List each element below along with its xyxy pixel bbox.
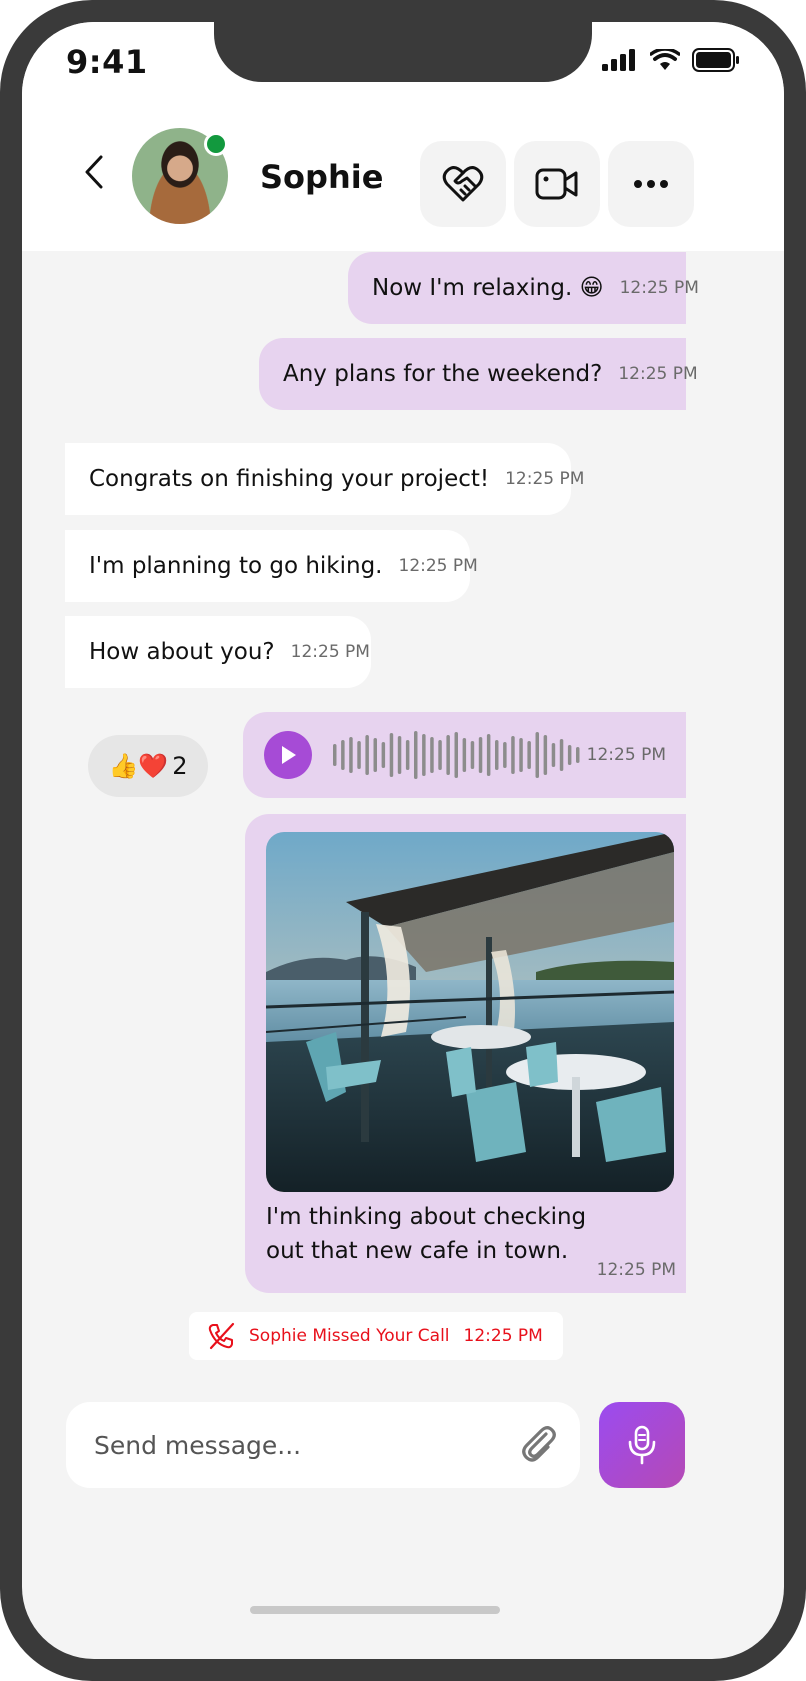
waveform-bar	[341, 740, 345, 770]
waveform-bar	[511, 736, 515, 774]
missed-call-notice[interactable]: Sophie Missed Your Call 12:25 PM	[189, 1312, 563, 1360]
contact-name[interactable]: Sophie	[260, 158, 383, 196]
message-time: 12:25 PM	[618, 364, 698, 384]
waveform-bar	[414, 731, 418, 779]
heart-handshake-icon	[442, 166, 484, 202]
message-time: 12:25 PM	[398, 556, 478, 576]
attach-button[interactable]	[518, 1423, 560, 1469]
photo-caption: I'm thinking about checking out that new…	[266, 1204, 587, 1264]
battery-icon	[692, 48, 739, 72]
message-bubble-incoming[interactable]: How about you? 12:25 PM	[65, 616, 371, 688]
cafe-terrace-image	[266, 832, 674, 1192]
waveform-bar	[462, 738, 467, 772]
waveform-bar	[446, 735, 450, 775]
waveform-bar	[486, 734, 491, 776]
waveform-bar	[365, 735, 369, 775]
waveform-bar	[527, 741, 531, 769]
online-status-dot	[204, 132, 228, 156]
waveform-bar	[495, 740, 499, 770]
waveform-bar	[405, 740, 410, 770]
waveform-bar	[357, 741, 361, 769]
video-call-icon	[535, 168, 578, 200]
microphone-icon	[628, 1425, 656, 1465]
message-text: I'm planning to go hiking.	[89, 553, 383, 579]
waveform-bar	[454, 732, 458, 778]
reaction-emojis: 👍❤️	[108, 752, 169, 780]
waveform-bar	[389, 733, 394, 777]
status-icons	[602, 48, 740, 72]
waveform-bar	[373, 738, 377, 772]
play-button[interactable]	[264, 731, 312, 779]
missed-call-time: 12:25 PM	[463, 1326, 543, 1346]
back-button[interactable]	[72, 150, 116, 194]
waveform-bar	[535, 732, 539, 778]
message-text: Congrats on finishing your project!	[89, 466, 490, 492]
waveform-bar	[397, 736, 402, 774]
play-icon	[282, 746, 296, 764]
message-time: 12:25 PM	[505, 469, 585, 489]
more-options-button[interactable]	[608, 141, 694, 227]
message-bubble-incoming[interactable]: I'm planning to go hiking. 12:25 PM	[65, 530, 478, 602]
waveform-bar	[470, 741, 475, 769]
screen: 9:41 Sophie Now I'm relaxing. 😁 12:25 PM…	[22, 22, 784, 1659]
favorite-button[interactable]	[420, 141, 506, 227]
video-call-button[interactable]	[514, 141, 600, 227]
waveform-bar	[543, 735, 548, 775]
reaction-pill[interactable]: 👍❤️ 2	[88, 735, 208, 797]
voice-message-bubble[interactable]: 12:25 PM	[243, 712, 686, 798]
waveform-bar	[576, 747, 580, 763]
waveform-bar	[422, 734, 426, 776]
message-bubble-incoming[interactable]: Congrats on finishing your project! 12:2…	[65, 443, 584, 515]
waveform-bar	[349, 737, 353, 773]
waveform-bar	[438, 740, 442, 770]
message-time: 12:25 PM	[619, 278, 699, 298]
back-icon	[85, 155, 103, 189]
waveform-bar	[503, 742, 507, 768]
home-indicator	[250, 1606, 500, 1614]
message-text: Now I'm relaxing. 😁	[372, 275, 604, 301]
waveform	[333, 731, 580, 779]
message-bubble-outgoing[interactable]: Now I'm relaxing. 😁 12:25 PM	[348, 252, 699, 324]
waveform-bar	[567, 745, 572, 765]
status-time: 9:41	[66, 43, 148, 81]
waveform-bar	[519, 738, 523, 772]
paperclip-icon	[522, 1426, 556, 1462]
message-input[interactable]	[94, 1423, 484, 1467]
message-time: 12:25 PM	[586, 745, 666, 765]
more-icon	[634, 180, 668, 188]
waveform-bar	[381, 742, 386, 768]
message-text: Any plans for the weekend?	[283, 361, 603, 387]
waveform-bar	[478, 737, 483, 773]
missed-call-text: Sophie Missed Your Call	[249, 1326, 450, 1346]
waveform-bar	[333, 744, 337, 766]
cafe-photo[interactable]	[266, 832, 674, 1192]
wifi-icon	[650, 49, 680, 70]
waveform-bar	[559, 739, 564, 771]
signal-icon	[602, 49, 635, 71]
phone-missed-icon	[208, 1322, 235, 1350]
message-time: 12:25 PM	[290, 642, 370, 662]
message-composer	[66, 1402, 580, 1488]
waveform-bar	[430, 737, 434, 773]
notch	[214, 22, 592, 82]
message-time: 12:25 PM	[596, 1260, 676, 1280]
message-bubble-outgoing[interactable]: Any plans for the weekend? 12:25 PM	[259, 338, 698, 410]
photo-message-bubble[interactable]: I'm thinking about checking out that new…	[245, 814, 686, 1293]
voice-record-button[interactable]	[599, 1402, 685, 1488]
reaction-count: 2	[172, 752, 188, 780]
message-text: How about you?	[89, 639, 275, 665]
waveform-bar	[551, 743, 556, 767]
